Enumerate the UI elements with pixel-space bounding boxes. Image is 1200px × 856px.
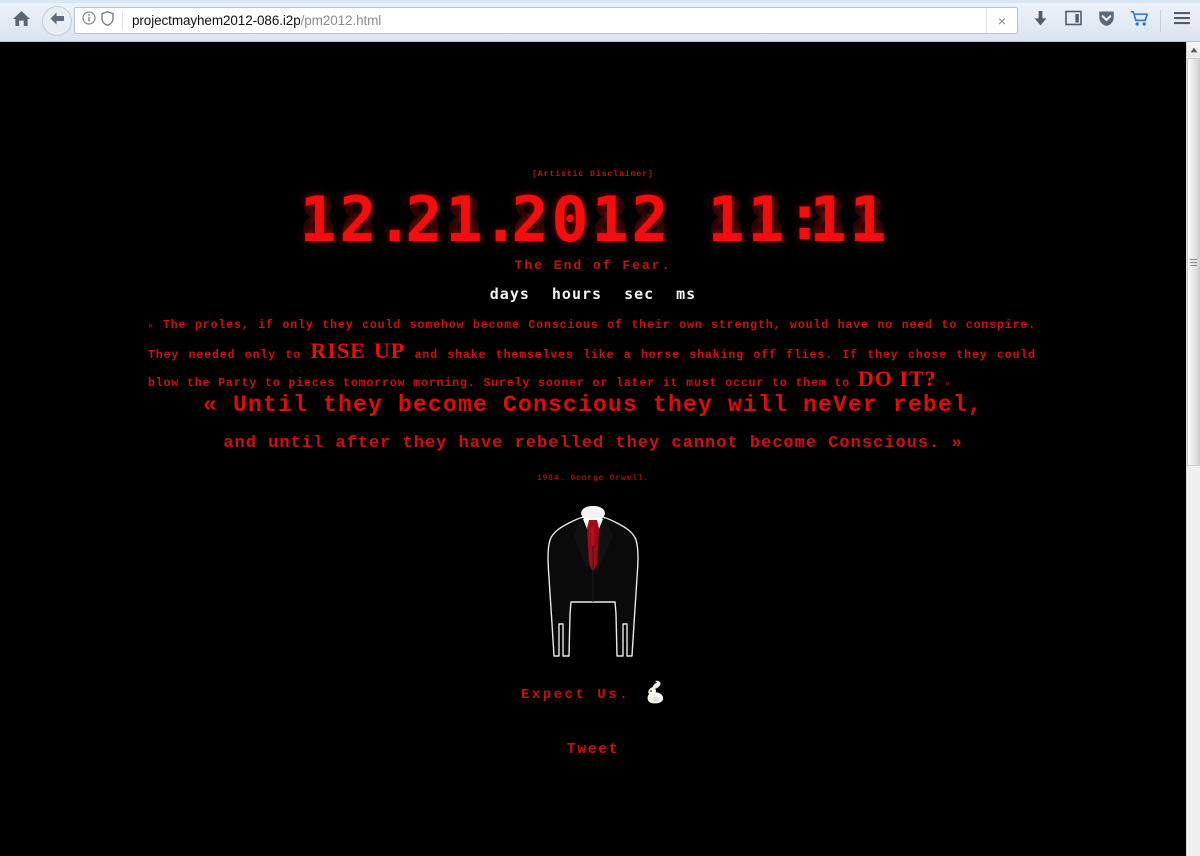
clock-digit: 81: [296, 183, 340, 256]
vertical-scrollbar[interactable]: [1186, 42, 1200, 856]
page-viewport: [Artistic Disclaimer] 81 82 . 82 81 . 82…: [0, 42, 1200, 856]
open-guillemet: «: [148, 321, 155, 331]
digit-lit: 1: [299, 183, 337, 256]
project-mayhem-page: [Artistic Disclaimer] 81 82 . 82 81 . 82…: [0, 42, 1186, 856]
digit-lit: 1: [445, 183, 483, 256]
expect-us-text: Expect Us.: [520, 686, 630, 703]
clock-digit: 81: [704, 183, 748, 256]
address-bar[interactable]: projectmayhem2012-086.i2p/pm2012.html ×: [74, 7, 1018, 34]
clock-digit: 81: [846, 183, 890, 256]
clock-digit: 80: [548, 183, 592, 256]
scrollbar-grip-icon: [1190, 258, 1197, 266]
clock-digit: 81: [588, 183, 632, 256]
chrome-top-strip: [0, 0, 1200, 3]
proles-part-3: ?: [924, 366, 937, 391]
download-icon: [1033, 10, 1048, 32]
clock-digit: 81: [442, 183, 486, 256]
digit-lit: 1: [591, 183, 629, 256]
stop-icon: ×: [997, 12, 1007, 29]
scroll-up-button[interactable]: [1187, 42, 1200, 57]
digit-lit: 2: [631, 183, 669, 256]
anonymous-figure-container: [0, 506, 1186, 671]
unit-label-sec: sec: [624, 285, 655, 303]
shield-icon[interactable]: [101, 10, 114, 31]
unit-label-days: days: [489, 285, 530, 303]
proles-paragraph: « The proles, if only they could somehow…: [148, 314, 1036, 397]
tagline: The End of Fear.: [514, 258, 672, 273]
digit-lit: 2: [339, 183, 377, 256]
artistic-disclaimer: [Artistic Disclaimer]: [532, 170, 654, 179]
countdown-unit-labels: days hours sec ms: [0, 285, 1186, 303]
pocket-icon: [1098, 10, 1115, 32]
browser-toolbar: projectmayhem2012-086.i2p/pm2012.html ×: [0, 0, 1200, 42]
white-rabbit-icon[interactable]: [646, 680, 665, 709]
clock-digit: 82: [402, 183, 446, 256]
tweet-button[interactable]: Tweet: [0, 740, 1186, 758]
digit-lit: 1: [849, 183, 887, 256]
clock-digit: 82: [628, 183, 672, 256]
proles-emphasis-do-it: DO IT: [857, 366, 925, 391]
quote-line-2: and until after they have rebelled they …: [223, 434, 963, 453]
digit-lit: 1: [809, 183, 847, 256]
clock-digit: 82: [336, 183, 380, 256]
unit-label-ms: ms: [676, 285, 697, 303]
reader-view-icon: [1065, 10, 1082, 31]
toolbar-icon-group: [1024, 5, 1200, 37]
digit-lit: 2: [405, 183, 443, 256]
digit-lit: 2: [511, 183, 549, 256]
clock-digit: 82: [508, 183, 552, 256]
cart-icon: [1130, 10, 1149, 32]
url-text[interactable]: projectmayhem2012-086.i2p/pm2012.html: [123, 13, 986, 28]
info-icon[interactable]: [82, 11, 96, 30]
cart-button[interactable]: [1123, 5, 1156, 37]
clock-digit: 81: [806, 183, 850, 256]
chevron-up-icon: [1190, 47, 1197, 52]
digit-lit: 1: [747, 183, 785, 256]
menu-button[interactable]: [1165, 5, 1198, 37]
close-guillemet: »: [944, 379, 951, 389]
back-arrow-icon: [49, 11, 66, 31]
home-button[interactable]: [4, 6, 38, 36]
quote-attribution: 1984. George Orwell.: [536, 474, 649, 483]
downloads-button[interactable]: [1024, 5, 1057, 37]
digit-lit: 1: [707, 183, 745, 256]
clock-digit: 81: [744, 183, 788, 256]
unit-label-hours: hours: [551, 285, 603, 303]
clock-time-group: 81 81 : 81 81: [704, 181, 890, 256]
reader-view-button[interactable]: [1057, 5, 1090, 37]
quote-line-1: « Until they become Conscious they will …: [202, 392, 984, 418]
pocket-button[interactable]: [1090, 5, 1123, 37]
toolbar-divider: [1160, 9, 1161, 32]
expect-us-row: Expect Us.: [0, 680, 1186, 709]
tweet-button-label: Tweet: [566, 741, 620, 758]
hamburger-menu-icon: [1173, 11, 1191, 30]
doomsday-clock: 81 82 . 82 81 . 82 80 81 82 81 81 : 81 8…: [0, 181, 1186, 256]
proles-emphasis-rise-up: RISE UP: [310, 337, 406, 363]
clock-colon: :: [786, 181, 824, 254]
back-button[interactable]: [42, 5, 72, 36]
home-icon: [12, 10, 31, 32]
stop-button[interactable]: ×: [986, 8, 1017, 33]
headless-suit-icon: [543, 506, 643, 671]
url-path: /pm2012.html: [300, 13, 382, 28]
scrollbar-thumb[interactable]: [1187, 58, 1200, 466]
digit-lit: 0: [551, 183, 589, 256]
clock-date-group: 81 82 . 82 81 . 82 80 81 82: [296, 183, 672, 256]
url-host: projectmayhem2012-086.i2p: [132, 13, 301, 28]
site-identity-block[interactable]: [75, 10, 123, 31]
